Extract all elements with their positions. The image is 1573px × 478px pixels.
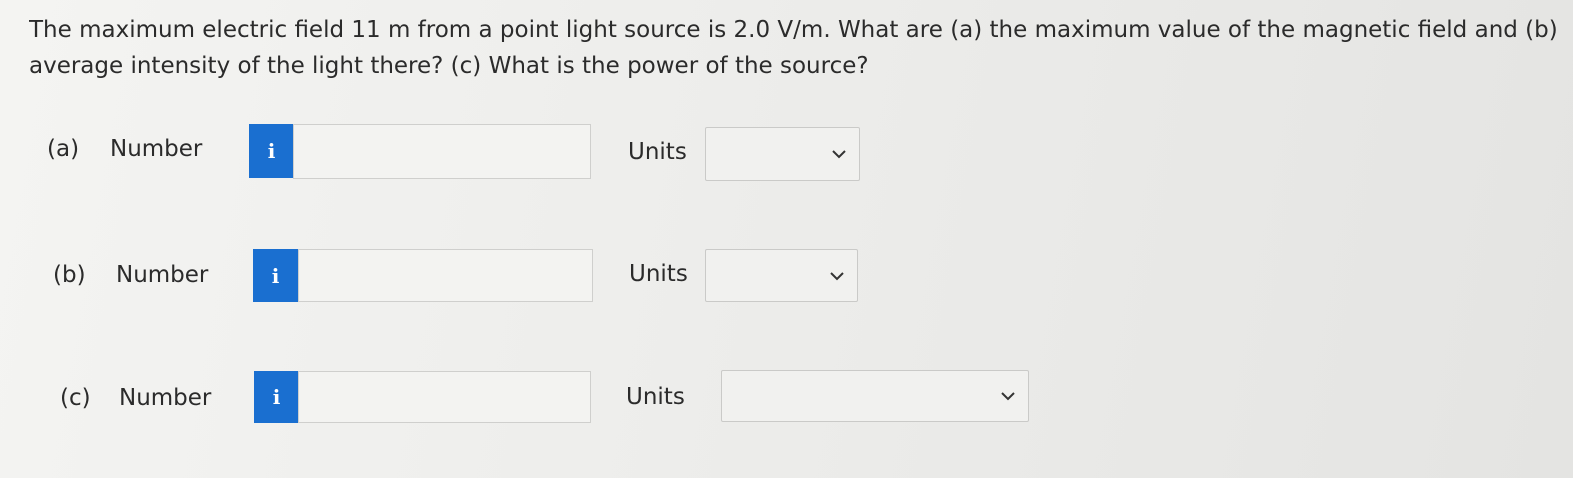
part-label-c: (c) bbox=[60, 385, 91, 411]
info-button-b[interactable]: i bbox=[253, 249, 298, 302]
info-icon: i bbox=[267, 139, 276, 163]
units-dropdown-b[interactable] bbox=[705, 249, 858, 302]
units-label-c: Units bbox=[626, 384, 685, 410]
answer-row-c: (c) Number i Units bbox=[0, 370, 1573, 430]
units-dropdown-a[interactable] bbox=[705, 127, 860, 181]
number-input-b[interactable] bbox=[298, 249, 593, 302]
number-label-a: Number bbox=[110, 136, 203, 162]
chevron-down-icon bbox=[832, 150, 846, 159]
chevron-down-icon bbox=[1001, 392, 1015, 401]
units-dropdown-c[interactable] bbox=[721, 370, 1029, 422]
part-label-b: (b) bbox=[53, 262, 86, 288]
part-label-a: (a) bbox=[47, 136, 80, 162]
number-input-c[interactable] bbox=[298, 371, 591, 423]
info-button-c[interactable]: i bbox=[254, 371, 299, 423]
answer-row-a: (a) Number i Units bbox=[0, 122, 1573, 182]
number-input-a[interactable] bbox=[293, 124, 591, 179]
answer-row-b: (b) Number i Units bbox=[0, 247, 1573, 307]
number-label-b: Number bbox=[116, 262, 209, 288]
question-line-2: average intensity of the light there? (c… bbox=[29, 53, 869, 79]
units-label-b: Units bbox=[629, 261, 688, 287]
info-button-a[interactable]: i bbox=[249, 124, 294, 178]
units-label-a: Units bbox=[628, 139, 687, 165]
chevron-down-icon bbox=[830, 271, 844, 280]
number-label-c: Number bbox=[119, 385, 212, 411]
question-line-1: The maximum electric field 11 m from a p… bbox=[29, 17, 1564, 43]
question-text: The maximum electric field 11 m from a p… bbox=[29, 12, 1564, 84]
info-icon: i bbox=[271, 263, 280, 288]
info-icon: i bbox=[272, 385, 281, 409]
